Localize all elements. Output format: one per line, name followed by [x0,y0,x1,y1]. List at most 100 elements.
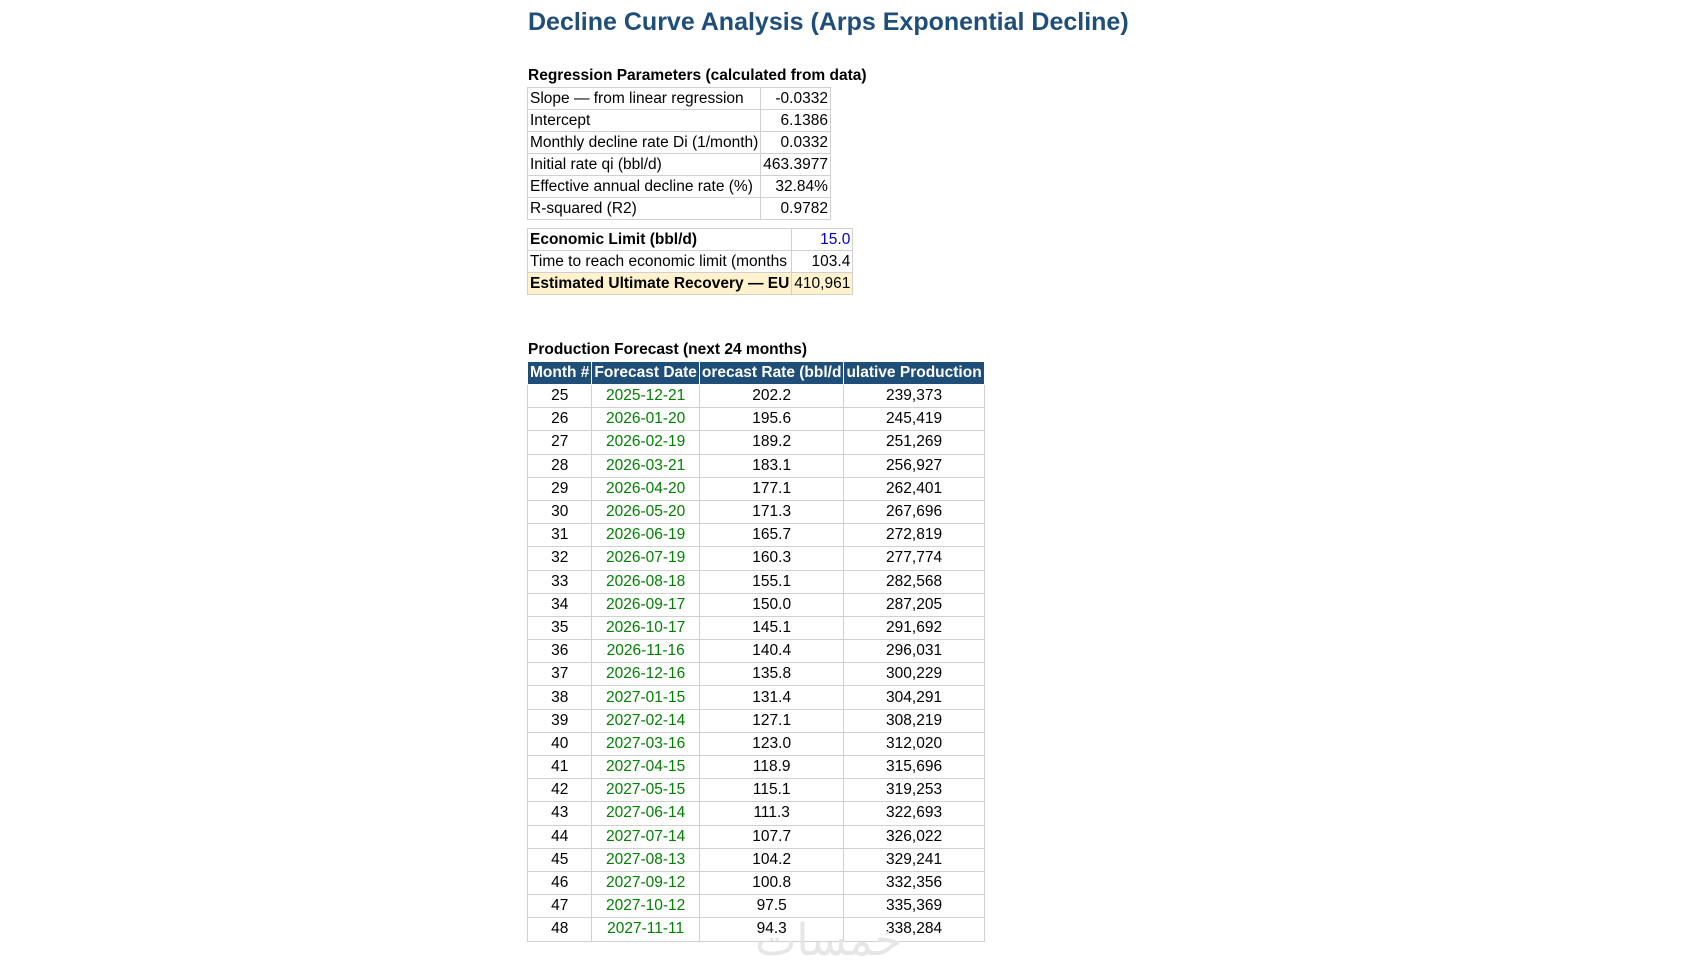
rate-cell[interactable]: 183.1 [698,453,845,478]
rate-cell[interactable]: 135.8 [698,662,845,687]
cumulative-cell[interactable]: 239,373 [843,383,985,409]
date-cell[interactable]: 2026-04-20 [591,476,700,501]
date-cell[interactable]: 2027-07-14 [591,824,700,849]
col-header-rate[interactable]: orecast Rate (bbl/d [698,361,845,385]
date-cell[interactable]: 2026-01-20 [591,407,700,432]
cumulative-cell[interactable]: 312,020 [843,731,985,757]
col-header-cumulative[interactable]: ulative Production [843,361,985,385]
rate-cell[interactable]: 189.2 [698,430,845,455]
cumulative-cell[interactable]: 296,031 [843,639,985,664]
date-cell[interactable]: 2026-06-19 [591,523,700,548]
regression-value[interactable]: 32.84% [760,175,831,198]
cumulative-cell[interactable]: 256,927 [843,453,985,478]
economic-limit-label[interactable]: Economic Limit (bbl/d) [526,228,793,251]
date-cell[interactable]: 2027-02-14 [591,708,700,733]
date-cell[interactable]: 2027-05-15 [591,778,700,803]
date-cell[interactable]: 2027-10-12 [591,894,700,919]
rate-cell[interactable]: 202.2 [698,383,845,409]
cumulative-cell[interactable]: 308,219 [843,708,985,733]
month-cell[interactable]: 34 [526,592,593,617]
month-cell[interactable]: 32 [526,546,593,571]
month-cell[interactable]: 31 [526,523,593,548]
rate-cell[interactable]: 118.9 [698,754,845,780]
date-cell[interactable]: 2027-08-13 [591,847,700,872]
regression-label[interactable]: Monthly decline rate Di (1/month) [526,131,762,154]
month-cell[interactable]: 38 [526,685,593,710]
rate-cell[interactable]: 195.6 [698,407,845,432]
month-cell[interactable]: 33 [526,569,593,594]
regression-label[interactable]: Slope — from linear regression [526,87,762,110]
regression-value[interactable]: -0.0332 [760,87,831,110]
date-cell[interactable]: 2026-12-16 [591,662,700,687]
rate-cell[interactable]: 123.0 [698,731,845,757]
date-cell[interactable]: 2027-06-14 [591,801,700,826]
cumulative-cell[interactable]: 332,356 [843,870,985,896]
month-cell[interactable]: 45 [526,847,593,872]
regression-label[interactable]: R-squared (R2) [526,197,762,220]
rate-cell[interactable]: 140.4 [698,639,845,664]
month-cell[interactable]: 41 [526,754,593,780]
date-cell[interactable]: 2026-05-20 [591,499,700,525]
time-to-limit-label[interactable]: Time to reach economic limit (months [526,250,793,273]
cumulative-cell[interactable]: 338,284 [843,917,985,942]
month-cell[interactable]: 48 [526,917,593,942]
month-cell[interactable]: 30 [526,499,593,525]
month-cell[interactable]: 46 [526,870,593,896]
month-cell[interactable]: 47 [526,894,593,919]
rate-cell[interactable]: 150.0 [698,592,845,617]
date-cell[interactable]: 2027-03-16 [591,731,700,757]
cumulative-cell[interactable]: 326,022 [843,824,985,849]
cumulative-cell[interactable]: 277,774 [843,546,985,571]
rate-cell[interactable]: 131.4 [698,685,845,710]
date-cell[interactable]: 2026-03-21 [591,453,700,478]
cumulative-cell[interactable]: 315,696 [843,754,985,780]
rate-cell[interactable]: 107.7 [698,824,845,849]
cumulative-cell[interactable]: 319,253 [843,778,985,803]
cumulative-cell[interactable]: 291,692 [843,615,985,641]
time-to-limit-value[interactable]: 103.4 [791,250,854,273]
cumulative-cell[interactable]: 322,693 [843,801,985,826]
rate-cell[interactable]: 127.1 [698,708,845,733]
cumulative-cell[interactable]: 300,229 [843,662,985,687]
cumulative-cell[interactable]: 335,369 [843,894,985,919]
date-cell[interactable]: 2027-09-12 [591,870,700,896]
date-cell[interactable]: 2026-02-19 [591,430,700,455]
rate-cell[interactable]: 100.8 [698,870,845,896]
date-cell[interactable]: 2027-04-15 [591,754,700,780]
economic-limit-value[interactable]: 15.0 [791,228,854,251]
date-cell[interactable]: 2026-09-17 [591,592,700,617]
rate-cell[interactable]: 94.3 [698,917,845,942]
eur-value[interactable]: 410,961 [791,272,854,295]
month-cell[interactable]: 44 [526,824,593,849]
date-cell[interactable]: 2027-11-11 [591,917,700,942]
regression-value[interactable]: 0.0332 [760,131,831,154]
month-cell[interactable]: 27 [526,430,593,455]
month-cell[interactable]: 37 [526,662,593,687]
col-header-date[interactable]: Forecast Date [591,361,700,385]
cumulative-cell[interactable]: 329,241 [843,847,985,872]
rate-cell[interactable]: 160.3 [698,546,845,571]
cumulative-cell[interactable]: 267,696 [843,499,985,525]
regression-label[interactable]: Effective annual decline rate (%) [526,175,762,198]
rate-cell[interactable]: 155.1 [698,569,845,594]
month-cell[interactable]: 26 [526,407,593,432]
date-cell[interactable]: 2026-11-16 [591,639,700,664]
month-cell[interactable]: 43 [526,801,593,826]
cumulative-cell[interactable]: 251,269 [843,430,985,455]
month-cell[interactable]: 39 [526,708,593,733]
date-cell[interactable]: 2025-12-21 [591,383,700,409]
regression-label[interactable]: Intercept [526,109,762,132]
month-cell[interactable]: 28 [526,453,593,478]
date-cell[interactable]: 2026-07-19 [591,546,700,571]
cumulative-cell[interactable]: 245,419 [843,407,985,432]
month-cell[interactable]: 25 [526,383,593,409]
month-cell[interactable]: 36 [526,639,593,664]
month-cell[interactable]: 40 [526,731,593,757]
date-cell[interactable]: 2026-10-17 [591,615,700,641]
month-cell[interactable]: 35 [526,615,593,641]
cumulative-cell[interactable]: 304,291 [843,685,985,710]
rate-cell[interactable]: 171.3 [698,499,845,525]
regression-value[interactable]: 0.9782 [760,197,831,220]
rate-cell[interactable]: 177.1 [698,476,845,501]
regression-value[interactable]: 6.1386 [760,109,831,132]
